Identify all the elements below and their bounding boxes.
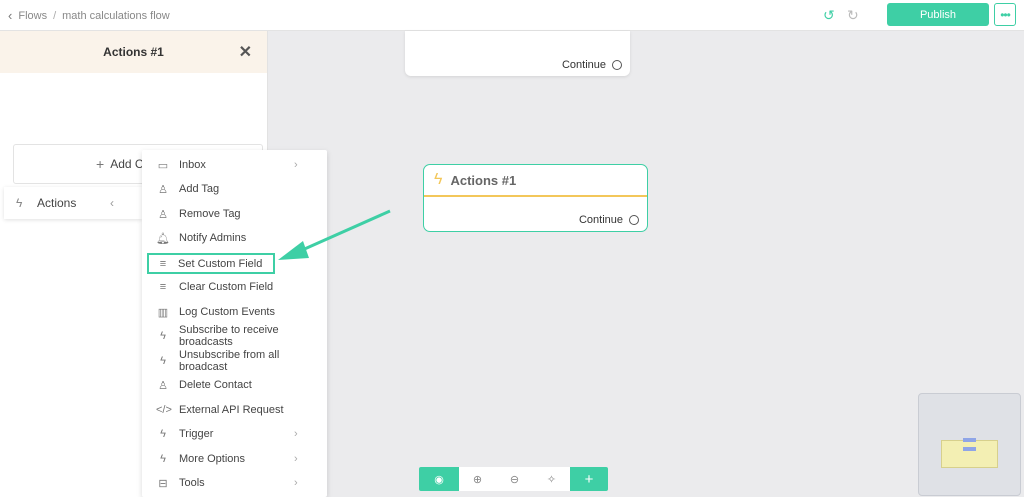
undo-icon[interactable]: ↺ (823, 7, 835, 24)
add-content-label: Add C (110, 157, 144, 171)
menu-item-label: Clear Custom Field (179, 281, 274, 293)
auto-layout-icon[interactable]: ✧ (533, 467, 570, 491)
submenu-actions[interactable]: ϟ Actions ‹ (4, 187, 142, 219)
bolt-icon: ϟ (160, 355, 166, 367)
menu-item-trigger[interactable]: ϟ Trigger › (142, 422, 327, 446)
port-circle-icon[interactable] (629, 215, 639, 225)
menu-item-clear-custom-field[interactable]: ≡ Clear Custom Field (142, 275, 327, 299)
actions-dropdown: ▭ Inbox › ♙ Add Tag ♙ Remove Tag 🔔︎ Noti… (142, 150, 327, 497)
menu-item-delete-contact[interactable]: ♙ Delete Contact (142, 373, 327, 397)
menu-item-unsubscribe-broadcast[interactable]: ϟ Unsubscribe from all broadcast (142, 349, 327, 373)
minimap-marker (963, 447, 976, 451)
node-header: ϟ Actions #1 (424, 165, 647, 197)
toolbox-icon: ⊟ (158, 477, 168, 490)
chevron-right-icon: › (294, 477, 298, 489)
menu-item-label: Notify Admins (179, 232, 247, 244)
zoom-in-icon[interactable]: ⊕ (459, 467, 496, 491)
code-icon: </> (156, 404, 172, 416)
menu-item-label: External API Request (179, 404, 284, 416)
menu-item-set-custom-field[interactable]: ≡ Set Custom Field (147, 253, 275, 274)
panel-header: Actions #1 ✕ (0, 31, 267, 73)
menu-item-subscribe-broadcasts[interactable]: ϟ Subscribe to receive broadcasts (142, 324, 327, 348)
minimap-node (941, 440, 998, 468)
menu-item-label: Remove Tag (179, 208, 241, 220)
menu-item-inbox[interactable]: ▭ Inbox › (142, 153, 327, 177)
minimap-marker (963, 438, 976, 442)
menu-item-label: Subscribe to receive broadcasts (179, 324, 279, 348)
bolt-icon: ϟ (160, 453, 166, 465)
continue-port[interactable]: Continue (579, 214, 639, 226)
menu-item-label: Delete Contact (179, 379, 252, 391)
zoom-out-icon[interactable]: ⊖ (496, 467, 533, 491)
breadcrumb-current: math calculations flow (62, 9, 170, 22)
menu-item-label: Tools (179, 477, 205, 489)
chevron-left-icon[interactable]: ‹ (8, 8, 12, 23)
menu-item-label: More Options (179, 453, 246, 465)
add-icon[interactable]: + (570, 467, 608, 491)
database-icon: ≡ (159, 281, 167, 293)
breadcrumb-flows-link[interactable]: Flows (18, 10, 47, 22)
eye-icon[interactable]: ◉ (419, 467, 459, 491)
chart-icon: ▥ (157, 306, 169, 319)
plus-icon: + (96, 156, 105, 172)
port-circle-icon[interactable] (612, 60, 622, 70)
user-tag-icon: ♙ (158, 183, 168, 196)
flow-node-previous[interactable]: Continue (405, 31, 630, 76)
chevron-right-icon: › (294, 453, 298, 465)
menu-item-label: Trigger (179, 428, 214, 440)
publish-button[interactable]: Publish (887, 3, 989, 26)
database-icon: ≡ (159, 257, 167, 270)
chat-icon: ▭ (157, 159, 169, 172)
breadcrumb: ‹ Flows / math calculations flow (8, 8, 170, 23)
continue-label: Continue (578, 214, 623, 226)
menu-item-more-options[interactable]: ϟ More Options › (142, 447, 327, 471)
bolt-icon: ϟ (16, 196, 23, 210)
menu-item-notify-admins[interactable]: 🔔︎ Notify Admins (142, 226, 327, 250)
menu-item-tools[interactable]: ⊟ Tools › (142, 471, 327, 495)
user-x-icon: ♙ (158, 379, 168, 392)
minimap[interactable] (918, 393, 1021, 496)
bolt-icon: ϟ (160, 428, 166, 440)
menu-item-log-custom-events[interactable]: ▥ Log Custom Events (142, 300, 327, 324)
flow-node-actions[interactable]: ϟ Actions #1 Continue (423, 164, 648, 232)
chevron-right-icon: › (294, 159, 298, 171)
more-options-button[interactable]: ••• (994, 3, 1016, 26)
submenu-label: Actions (37, 196, 77, 210)
menu-item-label: Unsubscribe from all broadcast (179, 349, 280, 373)
bolt-icon: ϟ (434, 171, 443, 188)
continue-port[interactable]: Continue (562, 59, 622, 71)
continue-label: Continue (561, 59, 606, 71)
node-title: Actions #1 (450, 172, 517, 188)
user-tag-icon: ♙ (158, 208, 168, 221)
redo-icon[interactable]: ↻ (847, 7, 859, 24)
canvas-toolbar: ◉ ⊕ ⊖ ✧ + (419, 467, 608, 491)
menu-item-add-tag[interactable]: ♙ Add Tag (142, 177, 327, 201)
menu-item-label: Log Custom Events (179, 306, 275, 318)
chevron-left-icon[interactable]: ‹ (110, 196, 114, 210)
panel-title: Actions #1 (103, 45, 164, 59)
breadcrumb-separator: / (53, 9, 57, 22)
menu-item-label: Add Tag (179, 183, 220, 195)
bell-icon: 🔔︎ (156, 232, 170, 245)
top-bar: ‹ Flows / math calculations flow ↺ ↻ Pub… (0, 0, 1024, 31)
menu-item-label: Inbox (179, 159, 206, 171)
close-icon[interactable]: ✕ (239, 42, 252, 62)
menu-item-remove-tag[interactable]: ♙ Remove Tag (142, 202, 327, 226)
chevron-right-icon: › (294, 428, 298, 440)
menu-item-label: Set Custom Field (178, 257, 263, 270)
bolt-icon: ϟ (160, 330, 166, 342)
menu-item-external-api[interactable]: </> External API Request (142, 398, 327, 422)
